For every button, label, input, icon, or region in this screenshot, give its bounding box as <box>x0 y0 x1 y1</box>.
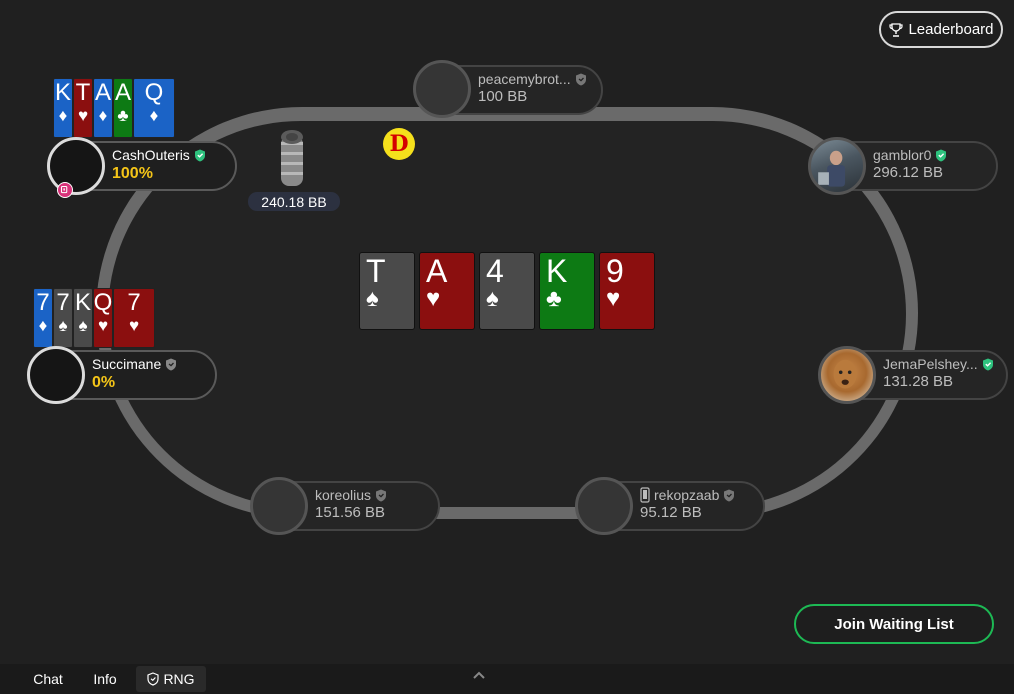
player-name: JemaPelshey... <box>883 356 994 372</box>
chip-stack-icon <box>281 130 303 186</box>
player-equity: 0% <box>92 374 116 391</box>
board-card: 9 ♥ <box>599 252 655 330</box>
avatar <box>808 137 866 195</box>
shield-icon <box>575 73 586 85</box>
shield-icon <box>376 489 387 501</box>
hole-card: K ♦ <box>53 78 73 138</box>
hole-card: 7 ♥ <box>113 288 155 348</box>
hole-cards: 7 ♦ 7 ♠ K ♠ Q ♥ 7 ♥ <box>33 288 155 348</box>
shield-icon <box>147 672 160 686</box>
board-card: A ♥ <box>419 252 475 330</box>
hole-card: K ♠ <box>73 288 93 348</box>
verified-shield-icon <box>194 149 205 161</box>
hole-card: 7 ♠ <box>53 288 73 348</box>
player-stack: 95.12 BB <box>640 504 702 521</box>
verified-shield-icon <box>936 149 947 161</box>
player-stack: 100 BB <box>478 88 528 105</box>
player-name: gamblor0 <box>873 147 947 163</box>
avatar <box>250 477 308 535</box>
player-stack: 296.12 BB <box>873 164 944 181</box>
badge-icon <box>57 182 73 198</box>
hole-card: T ♥ <box>73 78 93 138</box>
player-stack: 131.28 BB <box>883 373 954 390</box>
board-card: K ♣ <box>539 252 595 330</box>
hole-card: A ♦ <box>93 78 113 138</box>
shield-icon <box>166 358 177 370</box>
leaderboard-label: Leaderboard <box>908 21 994 38</box>
avatar <box>818 346 876 404</box>
player-equity: 100% <box>112 165 153 182</box>
avatar <box>47 137 105 195</box>
player-name: peacemybrot... <box>478 71 587 87</box>
tab-rng[interactable]: RNG <box>136 666 206 692</box>
hole-card: Q ♦ <box>133 78 175 138</box>
board-card: T ♠ <box>359 252 415 330</box>
shield-icon <box>724 489 735 501</box>
trophy-icon <box>889 22 904 37</box>
avatar <box>575 477 633 535</box>
dealer-button: D <box>383 128 415 160</box>
hole-card: Q ♥ <box>93 288 113 348</box>
avatar <box>27 346 85 404</box>
player-name: rekopzaab <box>640 487 735 503</box>
bottom-bar: Chat Info RNG <box>0 664 1014 694</box>
join-waiting-list-button[interactable]: Join Waiting List <box>794 604 994 644</box>
hole-card: A ♣ <box>113 78 133 138</box>
player-name: CashOuteris <box>112 147 206 163</box>
community-cards: T ♠ A ♥ 4 ♠ K ♣ 9 ♥ <box>359 252 655 330</box>
board-card: 4 ♠ <box>479 252 535 330</box>
verified-shield-icon <box>982 358 993 370</box>
player-stack: 151.56 BB <box>315 504 386 521</box>
chevron-up-icon[interactable] <box>472 670 486 680</box>
rng-label: RNG <box>163 671 195 687</box>
mobile-icon <box>640 487 650 503</box>
player-name: koreolius <box>315 487 387 503</box>
leaderboard-button[interactable]: Leaderboard <box>879 11 1003 48</box>
hole-cards: K ♦ T ♥ A ♦ A ♣ Q ♦ <box>53 78 175 138</box>
tab-chat[interactable]: Chat <box>22 664 74 694</box>
pot-amount: 240.18 BB <box>248 192 340 211</box>
player-name: Succimane <box>92 356 177 372</box>
tab-info[interactable]: Info <box>80 664 130 694</box>
avatar <box>413 60 471 118</box>
hole-card: 7 ♦ <box>33 288 53 348</box>
